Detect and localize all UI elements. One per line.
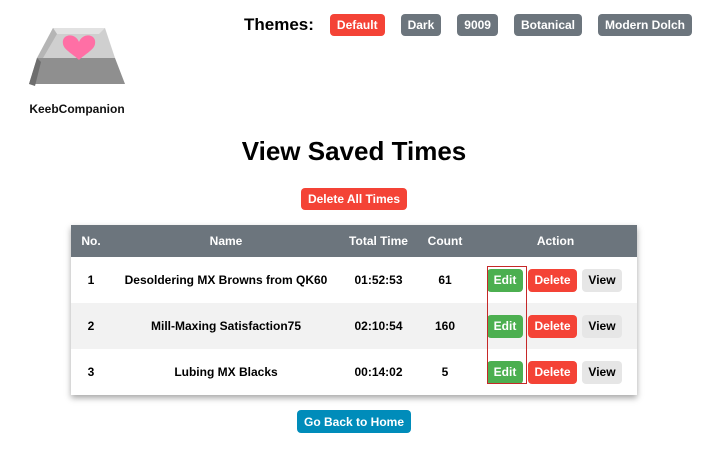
theme-selector: Themes: Default Dark 9009 Botanical Mode… bbox=[244, 14, 708, 36]
theme-botanical-button[interactable]: Botanical bbox=[513, 14, 582, 36]
row-count: 61 bbox=[438, 273, 452, 287]
table-row: 1 Desoldering MX Browns from QK60 01:52:… bbox=[71, 257, 637, 303]
app-logo[interactable]: KeebCompanion bbox=[22, 20, 132, 120]
row-no: 2 bbox=[87, 319, 95, 333]
theme-9009-button[interactable]: 9009 bbox=[457, 14, 498, 36]
row-no: 1 bbox=[87, 273, 95, 287]
row-name: Desoldering MX Browns from QK60 bbox=[124, 273, 328, 287]
row-total-time: 02:10:54 bbox=[354, 319, 403, 333]
row-count: 160 bbox=[434, 319, 456, 333]
row-total-time: 00:14:02 bbox=[354, 365, 403, 379]
table-row: 3 Lubing MX Blacks 00:14:02 5 Edit Delet… bbox=[71, 349, 637, 395]
row-count: 5 bbox=[441, 365, 449, 379]
edit-button[interactable]: Edit bbox=[487, 314, 523, 338]
page-title: View Saved Times bbox=[241, 136, 467, 166]
delete-button[interactable]: Delete bbox=[528, 314, 577, 338]
page: KeebCompanion Themes: Default Dark 9009 … bbox=[0, 0, 708, 450]
table-row: 2 Mill-Maxing Satisfaction75 02:10:54 16… bbox=[71, 303, 637, 349]
header-name: Name bbox=[209, 234, 243, 248]
header-count: Count bbox=[427, 234, 463, 248]
saved-times-table: No. Name Total Time Count Action 1 Desol… bbox=[71, 225, 637, 395]
themes-label: Themes: bbox=[244, 15, 314, 34]
header-no: No. bbox=[81, 234, 101, 248]
keycap-heart-icon bbox=[29, 28, 125, 86]
theme-modern-dolch-button[interactable]: Modern Dolch bbox=[598, 14, 692, 36]
delete-button[interactable]: Delete bbox=[528, 360, 577, 384]
row-actions: Edit Delete View bbox=[474, 257, 637, 303]
edit-button[interactable]: Edit bbox=[487, 268, 523, 292]
delete-all-times-button[interactable]: Delete All Times bbox=[301, 188, 407, 210]
row-name: Lubing MX Blacks bbox=[174, 365, 278, 379]
delete-button[interactable]: Delete bbox=[528, 268, 577, 292]
go-back-home-button[interactable]: Go Back to Home bbox=[297, 410, 411, 433]
row-total-time: 01:52:53 bbox=[354, 273, 403, 287]
row-actions: Edit Delete View bbox=[474, 303, 637, 349]
row-no: 3 bbox=[87, 365, 95, 379]
theme-dark-button[interactable]: Dark bbox=[400, 14, 442, 36]
header-total-time: Total Time bbox=[349, 234, 408, 248]
view-button[interactable]: View bbox=[582, 314, 622, 338]
view-button[interactable]: View bbox=[582, 268, 622, 292]
view-button[interactable]: View bbox=[582, 360, 622, 384]
app-name: KeebCompanion bbox=[29, 102, 125, 116]
row-actions: Edit Delete View bbox=[474, 349, 637, 395]
edit-button[interactable]: Edit bbox=[487, 360, 523, 384]
table-header-row: No. Name Total Time Count Action bbox=[71, 225, 637, 257]
theme-default-button[interactable]: Default bbox=[329, 14, 385, 36]
header-action: Action bbox=[536, 234, 575, 248]
row-name: Mill-Maxing Satisfaction75 bbox=[150, 319, 302, 333]
